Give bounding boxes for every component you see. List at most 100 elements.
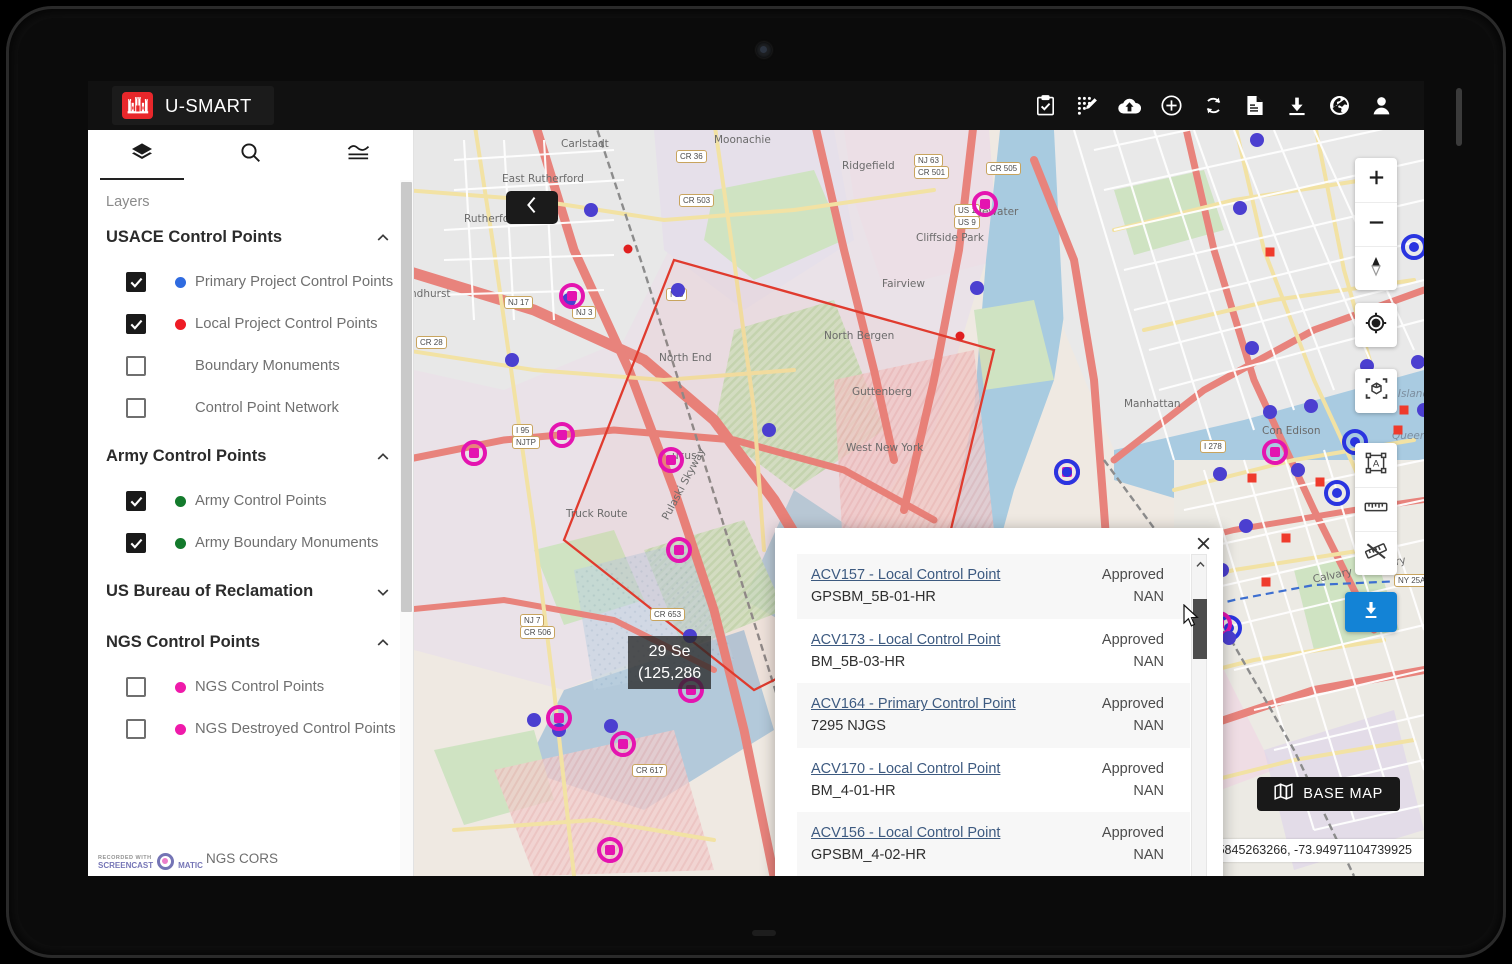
control-point-link[interactable]: ACV164 - Primary Control Point <box>811 696 1016 712</box>
download-data-button[interactable] <box>1345 592 1397 632</box>
clipboard-check-icon[interactable] <box>1030 91 1060 121</box>
ngs-cluster-marker[interactable] <box>461 440 487 466</box>
layer-primary-project-control-points[interactable]: Primary Project Control Points <box>88 261 413 303</box>
control-point-marker[interactable] <box>671 283 685 297</box>
control-point-marker[interactable] <box>762 423 776 437</box>
control-point-marker[interactable] <box>623 244 633 254</box>
layer-group-ngs-control-points[interactable]: NGS Control Points <box>88 615 413 666</box>
brand-logo-group[interactable]: U-SMART <box>112 86 274 125</box>
control-point-link[interactable]: ACV173 - Local Control Point <box>811 632 1000 648</box>
ngs-cluster-marker[interactable] <box>972 191 998 217</box>
control-point-marker[interactable] <box>505 353 519 367</box>
destroyed-point-marker[interactable] <box>1261 577 1271 587</box>
checkbox-unchecked-icon[interactable] <box>126 677 146 697</box>
control-point-marker[interactable] <box>1417 403 1424 417</box>
collapse-sidebar-button[interactable] <box>506 191 558 224</box>
selected-point-marker[interactable] <box>1324 480 1350 506</box>
ngs-cluster-marker[interactable] <box>1262 439 1288 465</box>
ngs-cluster-marker[interactable] <box>559 283 585 309</box>
control-point-marker[interactable] <box>1263 405 1277 419</box>
tab-layers[interactable] <box>88 130 196 180</box>
ngs-cluster-marker[interactable] <box>549 422 575 448</box>
destroyed-point-marker[interactable] <box>1281 533 1291 543</box>
plus-circle-icon[interactable] <box>1156 91 1186 121</box>
layer-group-army-control-points[interactable]: Army Control Points <box>88 429 413 480</box>
ngs-cluster-marker[interactable] <box>666 537 692 563</box>
control-point-marker[interactable] <box>584 203 598 217</box>
layer-ngs-destroyed-control-points[interactable]: NGS Destroyed Control Points <box>88 708 413 750</box>
layer-control-point-network[interactable]: Control Point Network <box>88 387 413 429</box>
control-point-marker[interactable] <box>1222 631 1236 645</box>
tab-elevation-profile[interactable] <box>305 130 413 180</box>
control-point-marker[interactable] <box>527 713 541 727</box>
destroyed-point-marker[interactable] <box>1399 405 1409 415</box>
basemap-button[interactable]: BASE MAP <box>1257 777 1400 811</box>
clear-measurement-button[interactable] <box>1355 531 1397 575</box>
selected-point-marker[interactable] <box>1054 459 1080 485</box>
ngs-cluster-marker[interactable] <box>658 447 684 473</box>
list-item[interactable]: ACV170 - Local Control Point Approved BM… <box>797 748 1190 813</box>
checkbox-checked-icon[interactable] <box>126 314 146 334</box>
grid-edit-icon[interactable] <box>1072 91 1102 121</box>
measure-tools[interactable]: A <box>1355 443 1397 575</box>
control-point-marker[interactable] <box>1291 463 1305 477</box>
tab-search[interactable] <box>196 130 304 180</box>
control-point-marker[interactable] <box>1411 355 1424 369</box>
control-point-link[interactable]: ACV170 - Local Control Point <box>811 761 1000 777</box>
cloud-upload-icon[interactable] <box>1114 91 1144 121</box>
popup-scrollbar-thumb[interactable] <box>1193 599 1207 659</box>
layer-group-us-bureau-of-reclamation[interactable]: US Bureau of Reclamation <box>88 564 413 615</box>
destroyed-point-marker[interactable] <box>1393 425 1403 435</box>
control-points-list[interactable]: ACV157 - Local Control Point Approved GP… <box>797 554 1190 876</box>
destroyed-point-marker[interactable] <box>1265 247 1275 257</box>
control-point-link[interactable]: ACV156 - Local Control Point <box>811 825 1000 841</box>
scene-3d-button-inner[interactable] <box>1355 369 1397 413</box>
control-point-marker[interactable] <box>1233 201 1247 215</box>
control-point-marker[interactable] <box>1245 341 1259 355</box>
compass-button[interactable] <box>1355 246 1397 290</box>
destroyed-point-marker[interactable] <box>1247 473 1257 483</box>
ngs-cluster-marker[interactable] <box>597 837 623 863</box>
checkbox-unchecked-icon[interactable] <box>126 719 146 739</box>
control-point-marker[interactable] <box>604 719 618 733</box>
document-icon[interactable] <box>1240 91 1270 121</box>
layer-group-usace-control-points[interactable]: USACE Control Points <box>88 210 413 261</box>
measure-distance-button[interactable] <box>1355 487 1397 531</box>
control-point-marker[interactable] <box>1239 519 1253 533</box>
list-item[interactable]: ACV157 - Local Control Point Approved GP… <box>797 554 1190 619</box>
list-item[interactable]: ACV164 - Primary Control Point Approved … <box>797 683 1190 748</box>
ngs-cluster-marker[interactable] <box>610 731 636 757</box>
layer-army-control-points[interactable]: Army Control Points <box>88 480 413 522</box>
destroyed-point-marker[interactable] <box>1315 477 1325 487</box>
sidebar-scrollbar-thumb[interactable] <box>401 182 412 612</box>
control-point-link[interactable]: ACV157 - Local Control Point <box>811 567 1000 583</box>
scene-3d-button[interactable] <box>1355 369 1397 413</box>
locate-button-inner[interactable] <box>1355 303 1397 347</box>
selected-point-marker[interactable] <box>1401 234 1424 260</box>
layer-army-boundary-monuments[interactable]: Army Boundary Monuments <box>88 522 413 564</box>
scroll-up-icon[interactable] <box>1192 556 1208 572</box>
list-item[interactable]: ACV156 - Local Control Point Approved GP… <box>797 812 1190 876</box>
account-icon[interactable] <box>1366 91 1396 121</box>
zoom-in-button[interactable] <box>1355 158 1397 202</box>
locate-button[interactable] <box>1355 303 1397 347</box>
ngs-cluster-marker[interactable] <box>546 705 572 731</box>
control-point-marker[interactable] <box>970 281 984 295</box>
checkbox-unchecked-icon[interactable] <box>126 356 146 376</box>
close-icon[interactable] <box>1192 532 1214 554</box>
control-point-marker[interactable] <box>1250 133 1264 147</box>
checkbox-checked-icon[interactable] <box>126 491 146 511</box>
layer-ngs-control-points[interactable]: NGS Control Points <box>88 666 413 708</box>
control-point-marker[interactable] <box>1213 467 1227 481</box>
layer-local-project-control-points[interactable]: Local Project Control Points <box>88 303 413 345</box>
list-item[interactable]: ACV173 - Local Control Point Approved BM… <box>797 619 1190 684</box>
refresh-icon[interactable] <box>1198 91 1228 121</box>
download-icon[interactable] <box>1282 91 1312 121</box>
zoom-controls[interactable] <box>1355 158 1397 290</box>
measure-area-button[interactable]: A <box>1355 443 1397 487</box>
control-point-marker[interactable] <box>955 331 965 341</box>
control-point-marker[interactable] <box>1304 399 1318 413</box>
checkbox-unchecked-icon[interactable] <box>126 398 146 418</box>
layer-boundary-monuments[interactable]: Boundary Monuments <box>88 345 413 387</box>
zoom-out-button[interactable] <box>1355 202 1397 246</box>
